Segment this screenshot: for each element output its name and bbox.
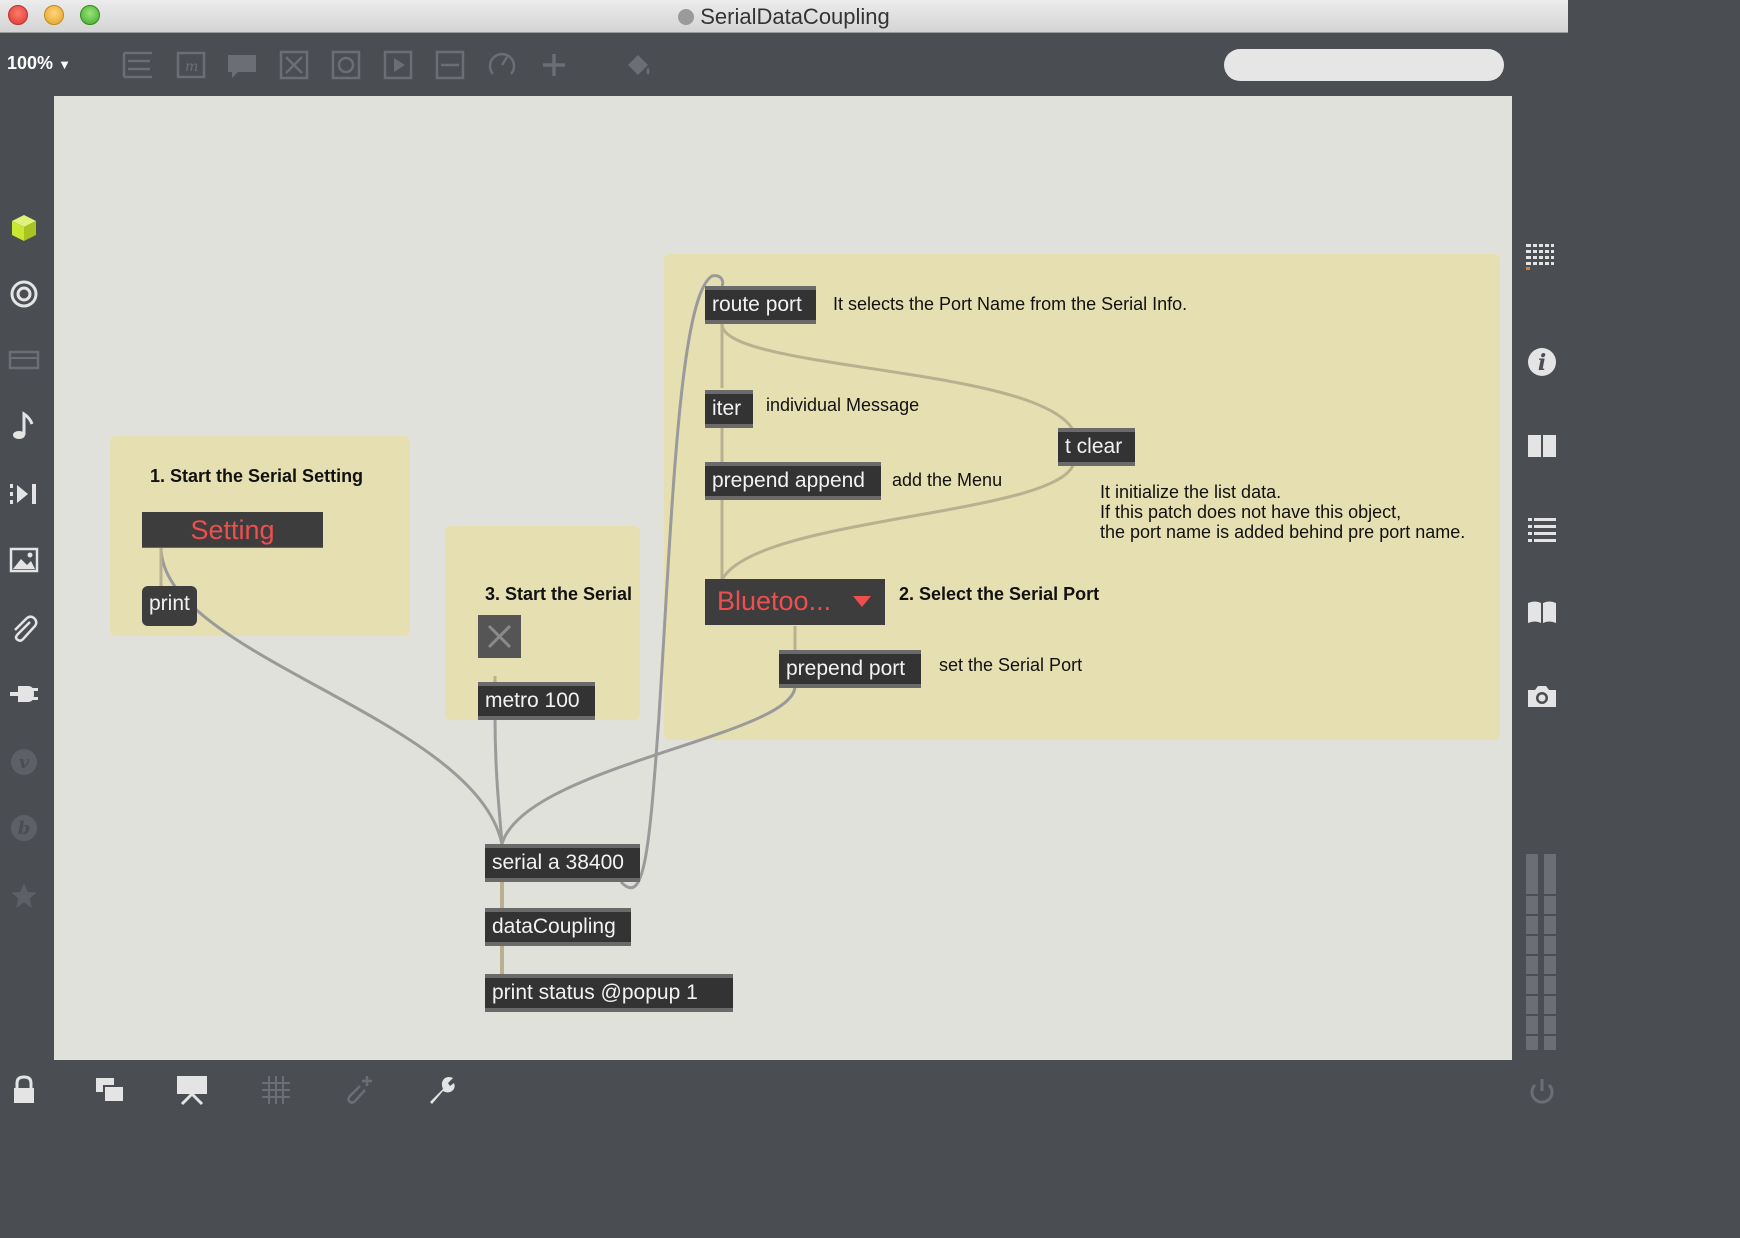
route-comment: It selects the Port Name from the Serial… [833,294,1188,314]
title-bar: SerialDataCoupling [0,0,1568,33]
start-toggle[interactable] [478,615,521,658]
button-icon[interactable] [328,47,364,83]
t-clear-comment: It initialize the list data. If this pat… [1100,482,1465,542]
panel2-title: 2. Select the Serial Port [899,584,1100,604]
metro-object-label: metro 100 [485,689,580,712]
plug-icon[interactable] [8,678,40,710]
print-message[interactable]: print [142,586,197,626]
lock-icon[interactable] [8,1074,40,1106]
list-icon[interactable] [1526,514,1558,546]
panel1-title: 1. Start the Serial Setting [150,466,364,486]
iter-comment: individual Message [766,395,920,415]
print-status-object[interactable]: print status @popup 1 [485,974,733,1012]
serial-port-menu-value: Bluetoo... [717,586,832,616]
zoom-dropdown[interactable]: 100% ▼ [7,53,71,74]
add-icon[interactable] [536,47,572,83]
t-clear-comment-line1: It initialize the list data. [1100,482,1282,502]
object-box-icon[interactable] [120,47,156,83]
toggle-x-icon [487,624,512,649]
datacoupling-label: dataCoupling [492,915,616,938]
print-status-label: print status @popup 1 [492,981,698,1004]
toolbar: 100% ▼ m [0,33,1568,95]
prepend-port-object[interactable]: prepend port [779,650,921,688]
panel3-title: 3. Start the Serial [485,584,633,604]
play-icon[interactable] [380,47,416,83]
prepend-append-label: prepend append [712,469,865,492]
window-title: SerialDataCoupling [0,4,1568,30]
right-sidebar: i [1512,96,1568,1060]
meter-icon [1526,854,1556,1050]
serial-label: serial a 38400 [492,851,624,874]
slider-icon[interactable] [432,47,468,83]
power-icon[interactable] [1526,1076,1558,1108]
document-icon [678,9,695,25]
prepend-append-comment: add the Menu [892,470,1003,490]
serial-object[interactable]: serial a 38400 [485,844,640,882]
b-icon[interactable]: b [8,812,40,844]
paint-bucket-icon[interactable] [620,47,656,83]
book-icon[interactable] [1526,596,1558,628]
grid-icon[interactable] [1524,240,1556,272]
left-sidebar: v b [0,96,54,1060]
info-icon[interactable]: i [1526,346,1558,378]
svg-text:i: i [1538,350,1546,376]
serial-port-menu[interactable]: Bluetoo... [705,579,885,625]
star-icon[interactable] [8,880,40,912]
message-box-icon[interactable]: m [172,47,208,83]
prepend-port-comment: set the Serial Port [939,655,1083,675]
route-port-object[interactable]: route port [705,286,816,324]
comment-icon[interactable] [224,47,260,83]
toggle-icon[interactable] [276,47,312,83]
v-icon[interactable]: v [8,746,40,778]
t-clear-object[interactable]: t clear [1058,428,1135,466]
search-input[interactable] [1224,49,1504,81]
iter-object[interactable]: iter [705,390,753,428]
presentation-icon[interactable] [176,1074,208,1106]
window-title-text: SerialDataCoupling [700,4,890,29]
columns-icon[interactable] [1526,430,1558,462]
svg-text:b: b [18,818,31,839]
iter-label: iter [712,397,742,420]
dial-icon[interactable] [484,47,520,83]
note-icon[interactable] [8,410,40,442]
clip-add-icon[interactable] [342,1074,374,1106]
package-cube-icon[interactable] [8,212,40,244]
print-message-label: print [149,592,190,615]
prepend-append-object[interactable]: prepend append [705,462,881,500]
chevron-down-icon [853,596,871,607]
grid-snap-icon[interactable] [260,1074,292,1106]
patcher-canvas[interactable]: 1. Start the Serial Setting Setting prin… [54,96,1512,1060]
windows-icon[interactable] [94,1074,126,1106]
setting-button[interactable]: Setting [142,512,323,548]
t-clear-label: t clear [1065,435,1123,458]
target-icon[interactable] [8,278,40,310]
t-clear-comment-line2: If this patch does not have this object, [1100,502,1402,522]
t-clear-comment-line3: the port name is added behind pre port n… [1100,522,1466,542]
zoom-value: 100% [7,53,54,73]
metro-object[interactable]: metro 100 [478,682,595,720]
bottom-toolbar [0,1060,1568,1116]
step-play-icon[interactable] [8,478,40,510]
svg-text:v: v [19,752,30,773]
keyboard-icon[interactable] [8,344,40,376]
image-icon[interactable] [8,544,40,576]
datacoupling-object[interactable]: dataCoupling [485,908,631,946]
setting-button-label: Setting [190,515,275,545]
wrench-icon[interactable] [426,1074,458,1106]
prepend-port-label: prepend port [786,657,906,680]
camera-icon[interactable] [1526,680,1558,712]
paperclip-icon[interactable] [8,612,40,644]
svg-text:m: m [185,59,198,75]
patch-cords [159,274,1076,974]
route-port-label: route port [712,293,802,316]
